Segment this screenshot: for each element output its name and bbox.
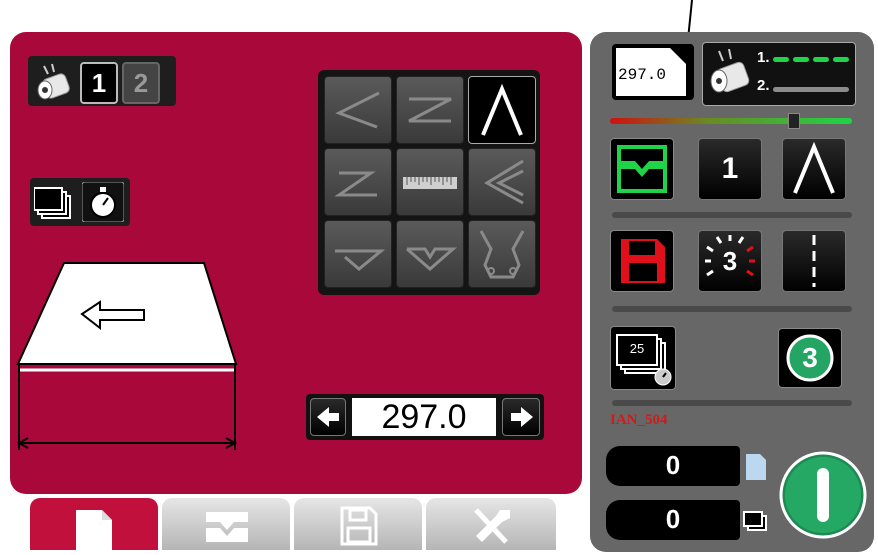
separator-3 <box>612 400 852 406</box>
counter-bottom-display[interactable]: 0 <box>606 500 740 540</box>
z-bend-icon[interactable] <box>396 76 464 144</box>
v-bend-button[interactable] <box>782 138 846 200</box>
tool-line-1-label: 1. <box>757 49 770 66</box>
save-icon <box>340 506 378 546</box>
length-input-group: 297.0 <box>306 394 544 440</box>
step-number-button[interactable]: 1 <box>698 138 762 200</box>
bend-left-icon[interactable] <box>324 76 392 144</box>
program-length-button[interactable]: 297.0 <box>612 44 694 100</box>
sheet-diagram <box>16 262 238 450</box>
save-program-button[interactable] <box>610 230 674 292</box>
badge-number-value: 3 <box>802 342 818 373</box>
bend-type-keypad <box>318 70 540 295</box>
number-badge-button[interactable]: 3 <box>778 328 842 388</box>
tools-icon <box>474 508 510 544</box>
repeat-count-value: 3 <box>722 246 738 276</box>
z-offset-icon[interactable] <box>324 148 392 216</box>
tool-line-1-bar <box>773 57 851 63</box>
save-icon <box>621 239 665 283</box>
tool-lines-button[interactable]: 1. 2. <box>702 42 856 106</box>
position-slider-handle[interactable] <box>788 113 800 129</box>
tool-1-button[interactable]: 1 <box>80 62 118 104</box>
counter-top-display[interactable]: 0 <box>606 446 740 486</box>
stack-icon[interactable] <box>34 184 76 222</box>
roller-tool-icon <box>710 49 750 93</box>
dashed-line-button[interactable] <box>782 230 846 292</box>
double-bend-icon[interactable] <box>468 148 536 216</box>
tab-tools[interactable] <box>426 498 556 550</box>
tab-document[interactable] <box>30 498 158 550</box>
separator-2 <box>612 306 852 312</box>
tab-press-brake[interactable] <box>162 498 290 550</box>
increase-length-button[interactable] <box>502 398 540 436</box>
arrow-left-icon <box>317 407 339 427</box>
length-value[interactable]: 297.0 <box>352 398 496 436</box>
stopwatch-icon[interactable] <box>82 182 124 222</box>
tool-line-2-label: 2. <box>757 77 770 94</box>
repeat-count-button[interactable]: 3 <box>698 230 762 292</box>
stack-timer-icon <box>616 334 672 386</box>
v-bend-icon[interactable] <box>468 76 536 144</box>
dashed-line-icon <box>812 235 816 287</box>
stack-count-value: 25 <box>629 341 645 356</box>
program-name: IAN_504 <box>610 412 668 428</box>
document-counter-icon <box>746 454 766 480</box>
press-brake-icon <box>617 145 667 193</box>
v-bend-icon <box>793 141 835 194</box>
stack-counter-icon <box>743 511 767 531</box>
press-brake-icon <box>206 512 248 542</box>
gripper-icon[interactable] <box>468 220 536 288</box>
mode-toolbar <box>30 178 130 226</box>
hem-flat-icon[interactable] <box>324 220 392 288</box>
tool-selector: 1 2 <box>28 56 176 106</box>
start-button[interactable] <box>778 450 868 540</box>
tab-save[interactable] <box>294 498 422 550</box>
decrease-length-button[interactable] <box>310 398 346 436</box>
hem-v-icon[interactable] <box>396 220 464 288</box>
separator-1 <box>612 212 852 218</box>
tool-2-button[interactable]: 2 <box>122 62 160 104</box>
ruler-icon[interactable] <box>396 148 464 216</box>
roller-tool-icon <box>37 63 70 100</box>
position-slider-track <box>610 118 852 124</box>
press-mode-button[interactable] <box>610 138 674 200</box>
tool-line-2-bar <box>773 87 849 92</box>
arrow-right-icon <box>511 407 533 427</box>
stack-count-button[interactable]: 25 <box>610 326 676 390</box>
document-icon <box>76 510 112 550</box>
program-length-value: 297.0 <box>618 66 667 84</box>
